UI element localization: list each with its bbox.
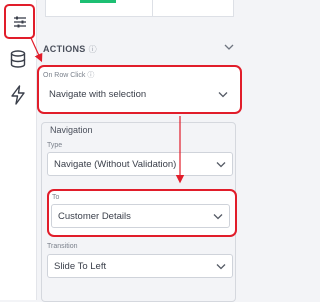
actions-tab[interactable]: [3, 80, 33, 110]
sliders-icon: [13, 16, 26, 27]
to-select[interactable]: Customer Details: [51, 204, 230, 228]
top-strip: [45, 0, 234, 17]
chevron-down-icon: [216, 162, 226, 168]
chevron-down-icon: [213, 214, 223, 220]
lightning-icon: [11, 85, 25, 105]
type-select[interactable]: Navigate (Without Validation): [47, 152, 233, 176]
on-row-click-label: On Row Click ⓘ: [43, 72, 95, 79]
properties-tab[interactable]: [4, 4, 35, 39]
transition-label: Transition: [47, 243, 78, 250]
type-label: Type: [47, 142, 63, 149]
transition-select[interactable]: Slide To Left: [47, 254, 233, 278]
navigation-title: Navigation: [50, 125, 93, 135]
database-icon: [10, 50, 26, 68]
actions-title: ACTIONS: [43, 44, 86, 54]
to-label: To: [52, 194, 60, 201]
actions-section-header[interactable]: ACTIONS ⓘ: [43, 41, 236, 57]
chevron-down-icon: [216, 264, 226, 270]
active-indicator: [80, 0, 116, 3]
properties-panel: ACTIONS ⓘ On Row Click ⓘ Navigate with s…: [37, 0, 242, 302]
icon-rail: [0, 0, 37, 300]
chevron-down-icon: [224, 44, 234, 50]
info-icon: ⓘ: [88, 44, 97, 54]
info-icon: ⓘ: [87, 72, 95, 79]
chevron-down-icon: [218, 92, 228, 98]
on-row-click-select[interactable]: Navigate with selection: [43, 82, 234, 106]
data-tab[interactable]: [3, 44, 33, 74]
